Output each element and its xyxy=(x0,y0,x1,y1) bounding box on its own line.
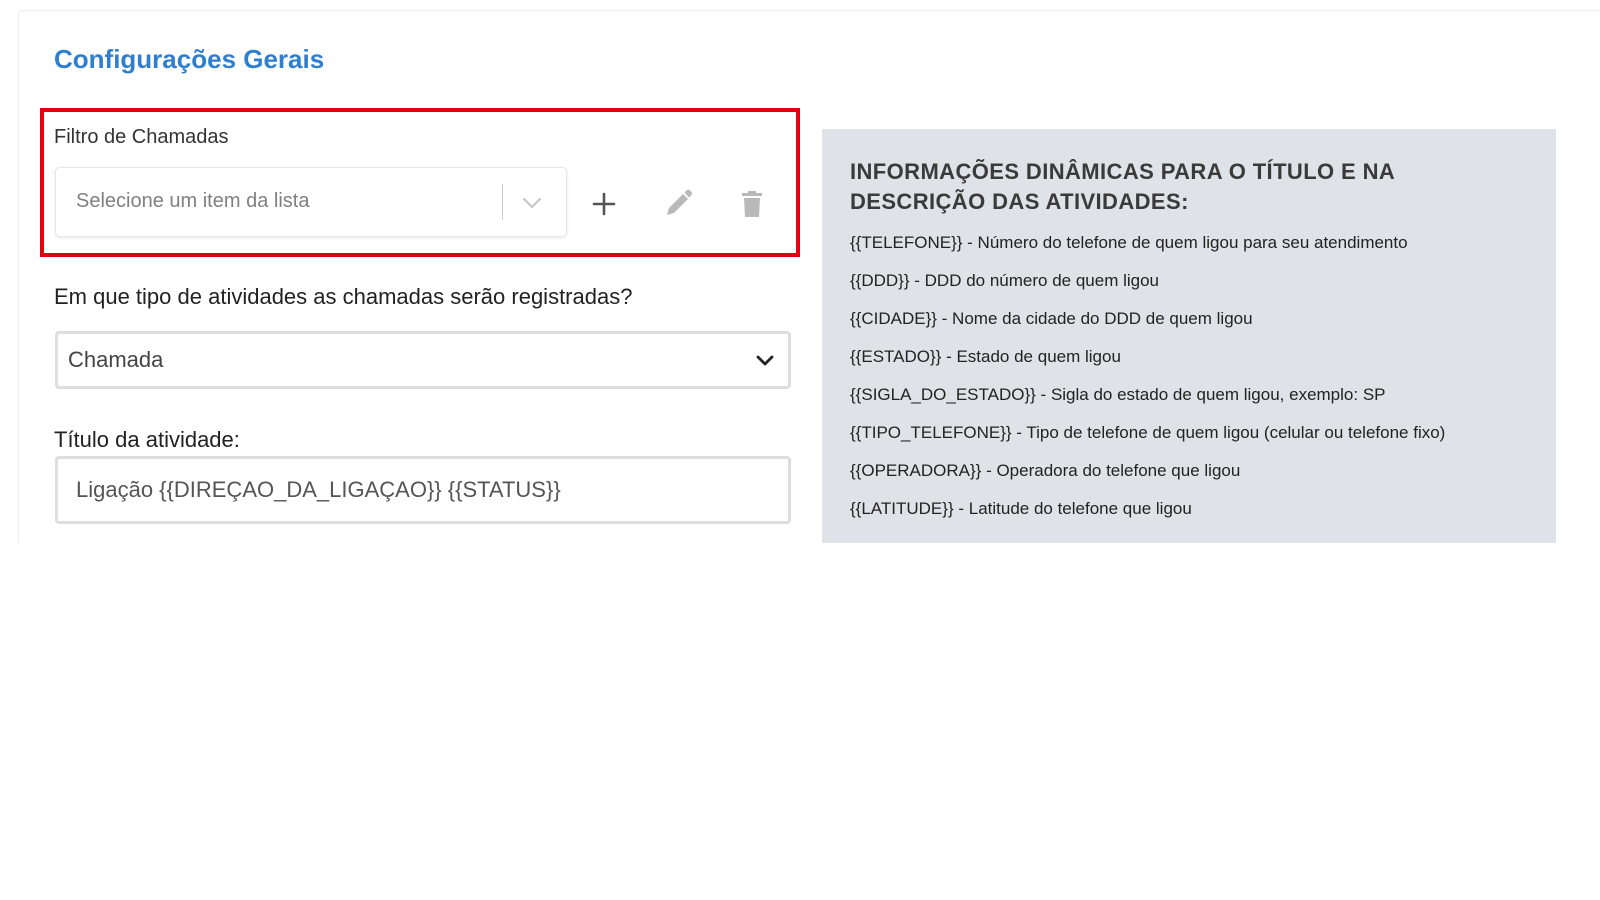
dynamic-info-item: {{LATITUDE}} - Latitude do telefone que … xyxy=(850,499,1192,518)
chevron-down-icon[interactable] xyxy=(518,190,546,216)
page: Configurações Gerais Filtro de Chamadas … xyxy=(0,0,1600,900)
chevron-down-icon xyxy=(756,355,774,366)
activity-title-label: Título da atividade: xyxy=(54,427,240,452)
call-filter-select[interactable]: Selecione um item da lista xyxy=(55,167,567,237)
activity-type-select[interactable]: Chamada xyxy=(55,331,791,389)
pencil-icon[interactable] xyxy=(661,187,695,221)
plus-icon[interactable] xyxy=(587,187,621,221)
dynamic-info-item: {{OPERADORA}} - Operadora do telefone qu… xyxy=(850,461,1241,480)
settings-card: Configurações Gerais Filtro de Chamadas … xyxy=(18,10,1600,543)
activity-title-input[interactable] xyxy=(55,456,791,524)
select-separator xyxy=(502,184,503,220)
trash-icon[interactable] xyxy=(735,187,769,221)
dynamic-info-item: {{CIDADE}} - Nome da cidade do DDD de qu… xyxy=(850,309,1253,328)
activity-type-value: Chamada xyxy=(68,347,164,372)
dynamic-info-item: {{TIPO_TELEFONE}} - Tipo de telefone de … xyxy=(850,423,1446,442)
dynamic-info-item: {{SIGLA_DO_ESTADO}} - Sigla do estado de… xyxy=(850,385,1386,404)
call-filter-label: Filtro de Chamadas xyxy=(54,126,229,148)
call-filter-placeholder: Selecione um item da lista xyxy=(76,190,310,212)
dynamic-info-title: INFORMAÇÕES DINÂMICAS PARA O TÍTULO E NA… xyxy=(850,159,1395,214)
dynamic-info-item: {{ESTADO}} - Estado de quem ligou xyxy=(850,347,1121,366)
dynamic-info-list: {{TELEFONE}} - Número do telefone de que… xyxy=(850,233,1528,537)
section-title: Configurações Gerais xyxy=(54,44,325,74)
activity-type-label: Em que tipo de atividades as chamadas se… xyxy=(54,284,633,309)
dynamic-info-panel: INFORMAÇÕES DINÂMICAS PARA O TÍTULO E NA… xyxy=(822,129,1556,543)
dynamic-info-item: {{DDD}} - DDD do número de quem ligou xyxy=(850,271,1159,290)
dynamic-info-item: {{TELEFONE}} - Número do telefone de que… xyxy=(850,233,1408,252)
